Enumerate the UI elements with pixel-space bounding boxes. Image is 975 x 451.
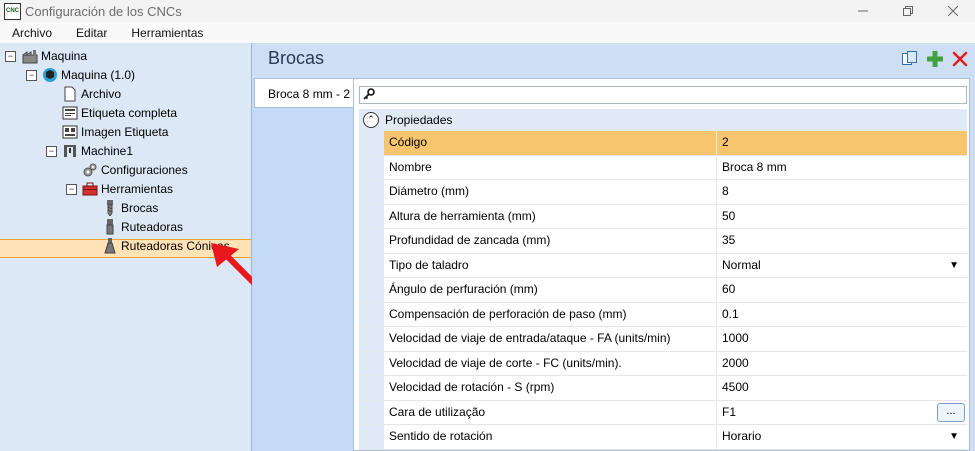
label-icon xyxy=(62,106,78,119)
property-row-cara[interactable]: Cara de utilização F1... xyxy=(359,400,967,425)
title-bar: CNC Configuración de los CNCs xyxy=(0,0,975,22)
tree-item-archivo[interactable]: Archivo xyxy=(62,84,121,103)
property-value[interactable]: 2 xyxy=(717,131,967,155)
menu-herramientas[interactable]: Herramientas xyxy=(119,26,215,40)
tree-item-herramientas[interactable]: Herramientas xyxy=(82,179,173,198)
category-label: Propiedades xyxy=(385,113,453,127)
search-input[interactable] xyxy=(359,86,967,104)
app-icon: CNC xyxy=(4,3,21,20)
menu-archivo[interactable]: Archivo xyxy=(0,26,64,40)
collapse-icon[interactable]: − xyxy=(46,146,57,157)
property-value[interactable]: 1000 xyxy=(717,327,967,351)
collapse-category-icon[interactable]: ⌃ xyxy=(363,112,379,128)
drill-bit-icon xyxy=(107,199,113,216)
property-value[interactable]: 0.1 xyxy=(717,303,967,327)
dropdown-arrow-icon[interactable]: ▼ xyxy=(949,425,959,448)
property-row-angulo[interactable]: Ángulo de perfuración (mm) 60 xyxy=(359,278,967,303)
machine-cube-icon xyxy=(43,67,57,82)
menu-editar[interactable]: Editar xyxy=(64,26,119,40)
property-value[interactable]: Broca 8 mm xyxy=(717,156,967,180)
delete-icon[interactable] xyxy=(951,50,969,68)
tab-broca-8mm[interactable]: Broca 8 mm - 2 xyxy=(254,78,354,108)
property-grid: ⌃ Propiedades Código 2 Nombre Broca 8 mm D… xyxy=(353,78,970,451)
collapse-icon[interactable]: − xyxy=(26,70,37,81)
property-row-diametro[interactable]: Diámetro (mm) 8 xyxy=(359,180,967,205)
property-value-with-button[interactable]: F1... xyxy=(717,401,967,425)
property-value[interactable]: 35 xyxy=(717,229,967,253)
property-row-codigo[interactable]: Código 2 xyxy=(359,131,967,156)
restore-icon[interactable] xyxy=(885,0,930,22)
config-tree: − Maquina − Maquina (1.0) Archivo Etique… xyxy=(0,43,266,451)
copy-icon[interactable] xyxy=(901,50,919,68)
property-row-profundidad[interactable]: Profundidad de zancada (mm) 35 xyxy=(359,229,967,254)
label-image-icon xyxy=(62,125,78,138)
property-row-velocidad-entrada[interactable]: Velocidad de viaje de entrada/ataque - F… xyxy=(359,327,967,352)
item-tab-column: Broca 8 mm - 2 xyxy=(252,78,354,451)
gears-icon xyxy=(83,163,97,176)
tree-item-etiqueta-completa[interactable]: Etiqueta completa xyxy=(62,103,177,122)
property-value[interactable]: 2000 xyxy=(717,352,967,376)
cnc-machine-icon xyxy=(64,144,76,157)
property-row-altura[interactable]: Altura de herramienta (mm) 50 xyxy=(359,204,967,229)
tree-item-maquina-version[interactable]: Maquina (1.0) xyxy=(42,65,135,84)
tree-item-maquina[interactable]: Maquina xyxy=(22,46,87,65)
property-row-velocidad-corte[interactable]: Velocidad de viaje de corte - FC (units/… xyxy=(359,351,967,376)
property-value[interactable]: 60 xyxy=(717,278,967,302)
conical-router-icon xyxy=(104,237,116,253)
add-icon[interactable] xyxy=(926,50,944,68)
factory-icon xyxy=(22,49,38,63)
tree-item-machine1[interactable]: Machine1 xyxy=(62,141,133,160)
property-row-sentido[interactable]: Sentido de rotación Horario ▼ xyxy=(359,425,967,450)
property-value[interactable]: 4500 xyxy=(717,376,967,400)
property-row-velocidad-rotacion[interactable]: Velocidad de rotación - S (rpm) 4500 xyxy=(359,376,967,401)
window-title: Configuración de los CNCs xyxy=(25,4,182,19)
tree-item-imagen-etiqueta[interactable]: Imagen Etiqueta xyxy=(62,122,168,141)
tree-item-ruteadoras[interactable]: Ruteadoras xyxy=(102,217,183,236)
property-value[interactable]: 8 xyxy=(717,180,967,204)
category-header[interactable]: ⌃ Propiedades xyxy=(359,109,967,131)
tree-item-configuraciones[interactable]: Configuraciones xyxy=(82,160,188,179)
tree-item-brocas[interactable]: Brocas xyxy=(102,198,158,217)
property-dropdown[interactable]: Horario ▼ xyxy=(717,425,967,449)
property-value[interactable]: 50 xyxy=(717,205,967,229)
ellipsis-button[interactable]: ... xyxy=(937,402,965,422)
property-row-nombre[interactable]: Nombre Broca 8 mm xyxy=(359,155,967,180)
property-row-tipo-taladro[interactable]: Tipo de taladro Normal ▼ xyxy=(359,253,967,278)
key-search-icon xyxy=(363,88,375,100)
main-panel: Brocas Broca 8 mm - 2 ⌃ Propiedades Códi… xyxy=(252,43,975,451)
file-icon xyxy=(64,86,76,101)
router-bit-icon xyxy=(106,218,114,234)
minimize-icon[interactable] xyxy=(840,0,885,22)
property-dropdown[interactable]: Normal ▼ xyxy=(717,254,967,278)
collapse-icon[interactable]: − xyxy=(5,51,16,62)
page-title: Brocas xyxy=(268,48,325,68)
close-icon[interactable] xyxy=(930,0,975,22)
dropdown-arrow-icon[interactable]: ▼ xyxy=(949,254,959,277)
property-row-compensacion[interactable]: Compensación de perforación de paso (mm)… xyxy=(359,302,967,327)
toolbox-icon xyxy=(82,182,98,195)
menu-bar: Archivo Editar Herramientas xyxy=(0,22,975,43)
collapse-icon[interactable]: − xyxy=(66,184,77,195)
